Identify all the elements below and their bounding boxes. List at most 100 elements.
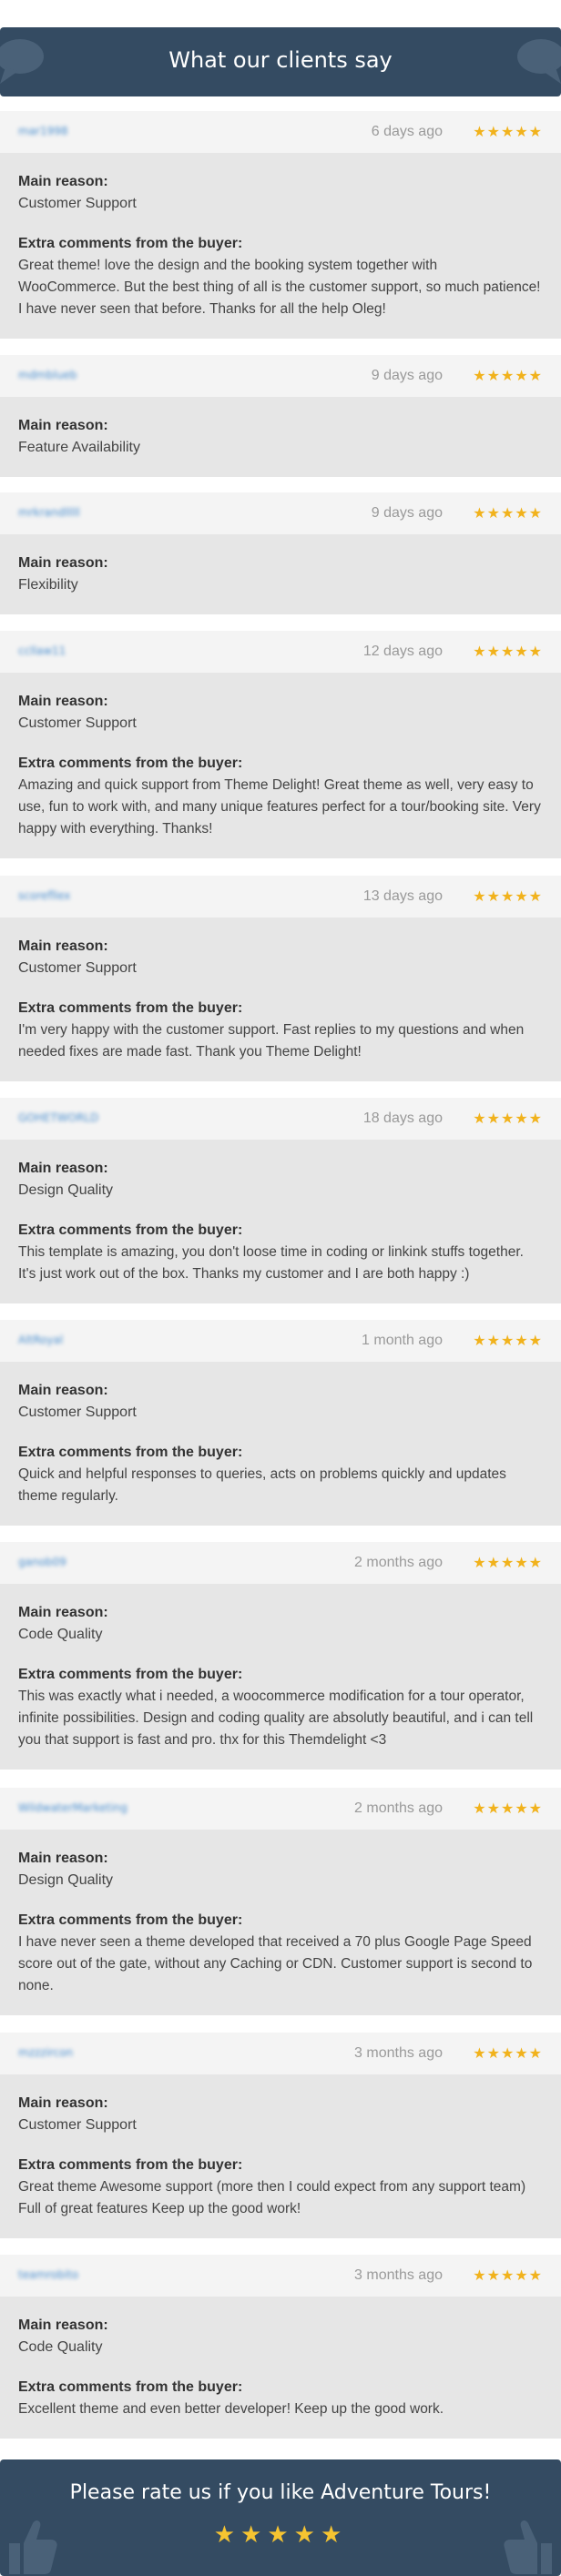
review-date: 2 months ago [354, 1800, 443, 1816]
review-body: Main reason: Customer Support Extra commen… [0, 153, 561, 339]
thumbs-up-icon [504, 2520, 552, 2574]
reviews-page: What our clients say mar1998 6 days ago ★★… [0, 0, 561, 2576]
star-rating: ★★★★★ [473, 643, 543, 660]
star-rating: ★★★★★ [473, 1554, 543, 1571]
review-body: Main reason: Design Quality Extra comments… [0, 1830, 561, 2015]
main-reason-label: Main reason: [18, 1605, 108, 1620]
review-card: mdmblueb 9 days ago ★★★★★ Main reason: Featu… [0, 355, 561, 477]
review-card: mar1998 6 days ago ★★★★★ Main reason: Custom… [0, 111, 561, 339]
reviewer-username[interactable]: AltRoyal [18, 1334, 63, 1346]
main-reason-value: Customer Support [18, 1405, 137, 1420]
star-rating: ★★★★★ [473, 2044, 543, 2062]
main-reason-value: Code Quality [18, 1627, 103, 1642]
reviewer-username[interactable]: ccllaw11 [18, 644, 66, 657]
reviewer-username[interactable]: mzzzircon [18, 2046, 73, 2059]
review-date: 9 days ago [371, 505, 443, 521]
buyer-comment: Amazing and quick support from Theme Del… [18, 777, 541, 837]
star-rating: ★★★★★ [473, 887, 543, 905]
reviewer-username[interactable]: GOHETWORLD [18, 1111, 98, 1124]
reviewer-username[interactable]: mrkrandlllll [18, 506, 80, 519]
rate-us-banner: Please rate us if you like Adventure Tou… [0, 2459, 561, 2576]
review-date: 6 days ago [371, 124, 443, 139]
main-reason-value: Code Quality [18, 2339, 103, 2355]
review-body: Main reason: Flexibility [0, 534, 561, 614]
rate-stars[interactable]: ★★★★★ [0, 2521, 561, 2549]
review-card: WildwaterMarketing 2 months ago ★★★★★ Main … [0, 1788, 561, 2015]
star-rating: ★★★★★ [473, 123, 543, 140]
review-body: Main reason: Customer Support Extra commen… [0, 1362, 561, 1526]
review-body: Main reason: Design Quality Extra comments… [0, 1140, 561, 1303]
reviewer-username[interactable]: mar1998 [18, 125, 68, 137]
review-date: 13 days ago [362, 888, 443, 904]
extra-comments-label: Extra comments from the buyer: [18, 1000, 243, 1016]
main-reason-value: Customer Support [18, 960, 137, 976]
main-reason-label: Main reason: [18, 555, 108, 571]
review-body: Main reason: Feature Availability [0, 397, 561, 477]
reviewer-username[interactable]: teamrobito [18, 2268, 78, 2281]
review-header: WildwaterMarketing 2 months ago ★★★★★ [0, 1788, 561, 1830]
review-date: 3 months ago [354, 2045, 443, 2061]
main-reason-value: Customer Support [18, 196, 137, 211]
reviewer-username[interactable]: WildwaterMarketing [18, 1801, 128, 1814]
star-rating: ★★★★★ [473, 367, 543, 384]
review-card: ganob09 2 months ago ★★★★★ Main reason: Code… [0, 1542, 561, 1770]
review-body: Main reason: Customer Support Extra commen… [0, 918, 561, 1081]
main-reason-value: Flexibility [18, 577, 78, 593]
review-header: scorefllex 13 days ago ★★★★★ [0, 876, 561, 918]
review-header: GOHETWORLD 18 days ago ★★★★★ [0, 1098, 561, 1140]
main-reason-label: Main reason: [18, 1161, 108, 1176]
review-body: Main reason: Code Quality Extra comments f… [0, 1584, 561, 1770]
main-reason-value: Customer Support [18, 2117, 137, 2133]
main-reason-label: Main reason: [18, 418, 108, 433]
buyer-comment: Excellent theme and even better develope… [18, 2401, 444, 2417]
review-card: GOHETWORLD 18 days ago ★★★★★ Main reason: De… [0, 1098, 561, 1303]
reviewer-username[interactable]: scorefllex [18, 889, 70, 902]
review-card: ccllaw11 12 days ago ★★★★★ Main reason: Cust… [0, 631, 561, 858]
review-card: mzzzircon 3 months ago ★★★★★ Main reason: Cu… [0, 2033, 561, 2238]
review-body: Main reason: Customer Support Extra commen… [0, 2074, 561, 2238]
main-reason-value: Design Quality [18, 1872, 114, 1888]
review-date: 2 months ago [354, 1555, 443, 1570]
star-rating: ★★★★★ [473, 1800, 543, 1817]
buyer-comment: I have never seen a theme developed that… [18, 1934, 533, 1993]
review-header: ganob09 2 months ago ★★★★★ [0, 1542, 561, 1584]
buyer-comment: Great theme Awesome support (more then I… [18, 2179, 526, 2216]
buyer-comment: Great theme! love the design and the boo… [18, 258, 541, 317]
main-reason-label: Main reason: [18, 2317, 108, 2333]
buyer-comment: Quick and helpful responses to queries, … [18, 1466, 506, 1504]
star-rating: ★★★★★ [473, 1332, 543, 1349]
extra-comments-label: Extra comments from the buyer: [18, 2379, 243, 2395]
main-reason-value: Design Quality [18, 1182, 114, 1198]
buyer-comment: This template is amazing, you don't loos… [18, 1244, 524, 1282]
review-card: mrkrandlllll 9 days ago ★★★★★ Main reason: F… [0, 492, 561, 614]
main-reason-label: Main reason: [18, 1851, 108, 1866]
main-reason-label: Main reason: [18, 694, 108, 709]
review-date: 9 days ago [371, 368, 443, 383]
extra-comments-label: Extra comments from the buyer: [18, 1222, 243, 1238]
reviewer-username[interactable]: mdmblueb [18, 369, 77, 381]
main-reason-label: Main reason: [18, 2095, 108, 2111]
speech-bubble-icon [517, 39, 561, 84]
review-date: 12 days ago [362, 644, 443, 659]
buyer-comment: This was exactly what i needed, a woocom… [18, 1689, 534, 1748]
review-card: AltRoyal 1 month ago ★★★★★ Main reason: Cust… [0, 1320, 561, 1526]
rate-us-title: Please rate us if you like Adventure Tou… [69, 2481, 492, 2504]
review-header: mdmblueb 9 days ago ★★★★★ [0, 355, 561, 397]
extra-comments-label: Extra comments from the buyer: [18, 1667, 243, 1682]
extra-comments-label: Extra comments from the buyer: [18, 2157, 243, 2173]
reviewer-username[interactable]: ganob09 [18, 1556, 66, 1568]
review-card: teamrobito 3 months ago ★★★★★ Main reason: C… [0, 2255, 561, 2439]
star-rating: ★★★★★ [473, 2267, 543, 2284]
extra-comments-label: Extra comments from the buyer: [18, 1912, 243, 1928]
star-rating: ★★★★★ [473, 1110, 543, 1127]
review-header: AltRoyal 1 month ago ★★★★★ [0, 1320, 561, 1362]
review-header: mrkrandlllll 9 days ago ★★★★★ [0, 492, 561, 534]
review-body: Main reason: Code Quality Extra comments f… [0, 2297, 561, 2439]
extra-comments-label: Extra comments from the buyer: [18, 756, 243, 771]
review-header: mar1998 6 days ago ★★★★★ [0, 111, 561, 153]
review-header: ccllaw11 12 days ago ★★★★★ [0, 631, 561, 673]
review-header: teamrobito 3 months ago ★★★★★ [0, 2255, 561, 2297]
main-reason-value: Customer Support [18, 715, 137, 731]
extra-comments-label: Extra comments from the buyer: [18, 1445, 243, 1460]
extra-comments-label: Extra comments from the buyer: [18, 236, 243, 251]
